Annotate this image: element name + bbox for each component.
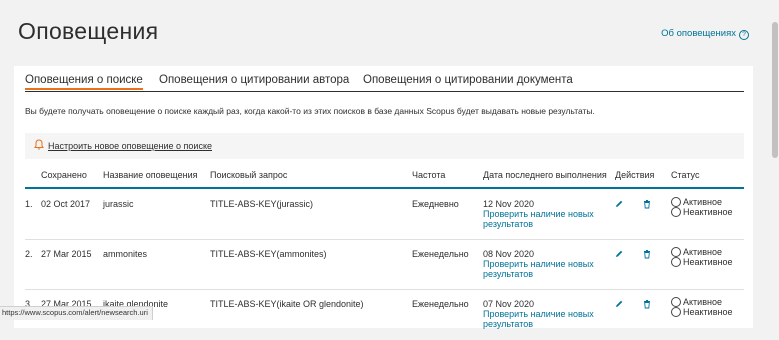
- help-icon: ?: [739, 30, 749, 40]
- row-number: 1.: [25, 199, 33, 209]
- tab-document-citation-alerts[interactable]: Оповещения о цитировании документа: [363, 74, 573, 86]
- description-text: Вы будете получать оповещение о поиске к…: [25, 106, 595, 116]
- last-run-date: 12 Nov 2020: [483, 199, 535, 209]
- status-bar-url: https://www.scopus.com/alert/newsearch.u…: [0, 306, 153, 320]
- header-saved[interactable]: Сохранено: [41, 170, 87, 180]
- frequency: Еженедельно: [412, 249, 469, 259]
- radio-circle: [671, 257, 681, 267]
- check-new-results-link[interactable]: Проверить наличие новых результатов: [483, 259, 594, 279]
- scrollbar-thumb[interactable]: [772, 22, 778, 158]
- new-search-alert-link[interactable]: Настроить новое оповещение о поиске: [48, 141, 212, 151]
- last-run-cell: 08 Nov 2020 Проверить наличие новых резул…: [483, 249, 594, 279]
- header-actions: Действия: [615, 170, 655, 180]
- status-inactive-radio[interactable]: Неактивное: [671, 307, 732, 317]
- edit-icon[interactable]: [614, 249, 624, 259]
- alert-name: jurassic: [103, 199, 134, 209]
- tab-bar: Оповещения о поиске Оповещения о цитиров…: [25, 74, 744, 92]
- header-alert-name[interactable]: Название оповещения: [103, 170, 197, 180]
- header-search-query[interactable]: Поисковый запрос: [210, 170, 287, 180]
- row-number: 2.: [25, 249, 33, 259]
- status-inactive-radio[interactable]: Неактивное: [671, 257, 732, 267]
- check-new-results-link[interactable]: Проверить наличие новых результатов: [483, 209, 594, 229]
- radio-circle: [671, 207, 681, 217]
- edit-icon[interactable]: [614, 199, 624, 209]
- alert-name: ammonites: [103, 249, 148, 259]
- last-run-date: 08 Nov 2020: [483, 249, 535, 259]
- about-alerts-label: Об оповещениях: [661, 28, 736, 39]
- frequency: Ежедневно: [412, 199, 459, 209]
- delete-icon[interactable]: [642, 199, 652, 209]
- search-query: TITLE-ABS-KEY(jurassic): [210, 199, 314, 209]
- check-new-results-link[interactable]: Проверить наличие новых результатов: [483, 309, 594, 329]
- page-scrollbar[interactable]: [771, 0, 779, 320]
- tab-search-alerts[interactable]: Оповещения о поиске: [25, 74, 143, 90]
- tab-author-citation-alerts[interactable]: Оповещения о цитировании автора: [159, 74, 349, 86]
- delete-icon[interactable]: [642, 299, 652, 309]
- search-query: TITLE-ABS-KEY(ikaite OR glendonite): [210, 299, 364, 309]
- status-active-radio[interactable]: Активное: [671, 197, 722, 207]
- about-alerts-link[interactable]: Об оповещениях?: [661, 28, 749, 40]
- radio-circle: [671, 297, 681, 307]
- frequency: Еженедельно: [412, 299, 469, 309]
- last-run-date: 07 Nov 2020: [483, 299, 535, 309]
- search-query: TITLE-ABS-KEY(ammonites): [210, 249, 327, 259]
- table-row: 1. 02 Oct 2017 jurassic TITLE-ABS-KEY(ju…: [14, 190, 753, 240]
- status-inactive-radio[interactable]: Неактивное: [671, 207, 732, 217]
- saved-date: 02 Oct 2017: [41, 199, 91, 209]
- header-status[interactable]: Статус: [671, 170, 699, 180]
- status-active-radio[interactable]: Активное: [671, 297, 722, 307]
- new-alert-panel: Настроить новое оповещение о поиске: [25, 133, 744, 159]
- header-frequency[interactable]: Частота: [412, 170, 445, 180]
- radio-circle: [671, 307, 681, 317]
- delete-icon[interactable]: [642, 249, 652, 259]
- edit-icon[interactable]: [614, 299, 624, 309]
- radio-circle: [671, 197, 681, 207]
- last-run-cell: 07 Nov 2020 Проверить наличие новых резул…: [483, 299, 594, 329]
- alerts-card: Оповещения о поиске Оповещения о цитиров…: [14, 66, 753, 329]
- header-last-run[interactable]: Дата последнего выполнения: [483, 170, 607, 180]
- status-active-radio[interactable]: Активное: [671, 247, 722, 257]
- header-divider: [25, 187, 744, 189]
- saved-date: 27 Mar 2015: [41, 249, 92, 259]
- page-title: Оповещения: [18, 18, 159, 44]
- last-run-cell: 12 Nov 2020 Проверить наличие новых резул…: [483, 199, 594, 229]
- table-row: 2. 27 Mar 2015 ammonites TITLE-ABS-KEY(a…: [14, 240, 753, 290]
- radio-circle: [671, 247, 681, 257]
- bell-icon: [34, 139, 44, 150]
